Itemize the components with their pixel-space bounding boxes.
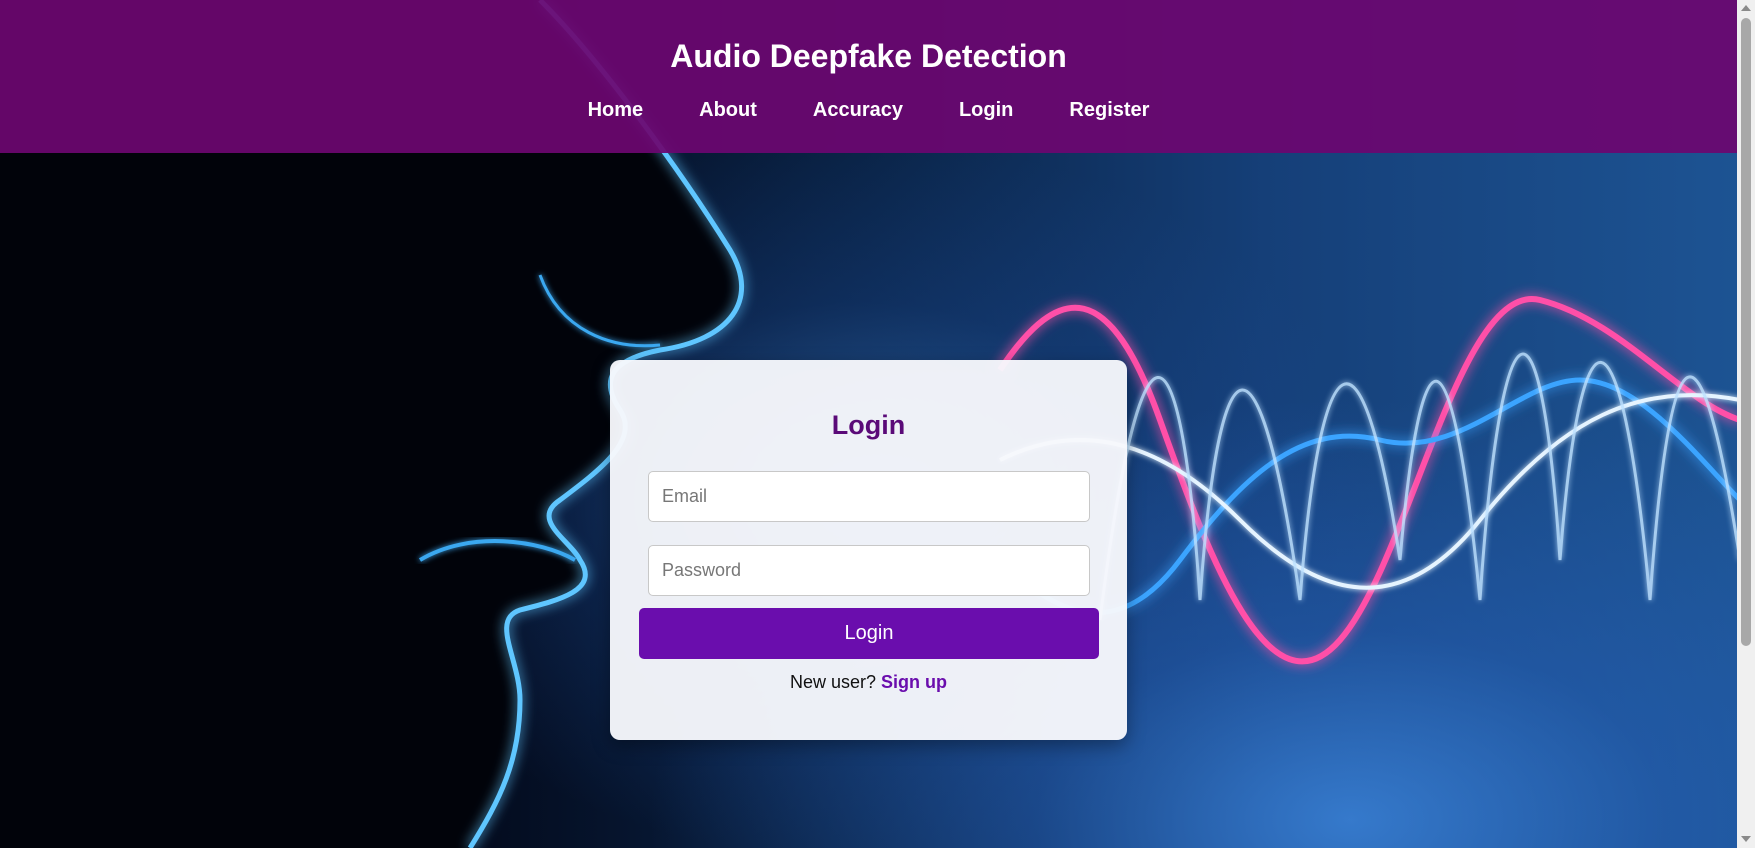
login-button[interactable]: Login [639, 608, 1099, 659]
nav-register-link[interactable]: Register [1041, 99, 1177, 122]
main-nav: Home About Accuracy Login Register [0, 99, 1737, 122]
signup-prompt: New user? Sign up [610, 672, 1127, 693]
scroll-up-arrow-icon[interactable] [1741, 5, 1751, 11]
email-field[interactable] [648, 471, 1090, 522]
scroll-down-arrow-icon[interactable] [1741, 836, 1751, 842]
signup-link[interactable]: Sign up [881, 672, 947, 692]
signup-prompt-text: New user? [789, 672, 877, 692]
page-viewport: Audio Deepfake Detection Home About Accu… [0, 0, 1755, 848]
vertical-scrollbar[interactable] [1737, 0, 1755, 848]
site-header: Audio Deepfake Detection Home About Accu… [0, 0, 1737, 153]
nav-about-link[interactable]: About [671, 99, 785, 122]
sound-wave-oscillation [1098, 352, 1742, 621]
login-title: Login [831, 410, 906, 440]
nav-accuracy-link[interactable]: Accuracy [785, 99, 931, 122]
site-title: Audio Deepfake Detection [670, 38, 1067, 74]
scroll-thumb[interactable] [1741, 18, 1751, 646]
login-card: Login Login New user? Sign up [610, 360, 1127, 740]
nav-login-link[interactable]: Login [931, 99, 1041, 122]
nav-home-link[interactable]: Home [560, 99, 672, 122]
password-field[interactable] [648, 545, 1090, 596]
